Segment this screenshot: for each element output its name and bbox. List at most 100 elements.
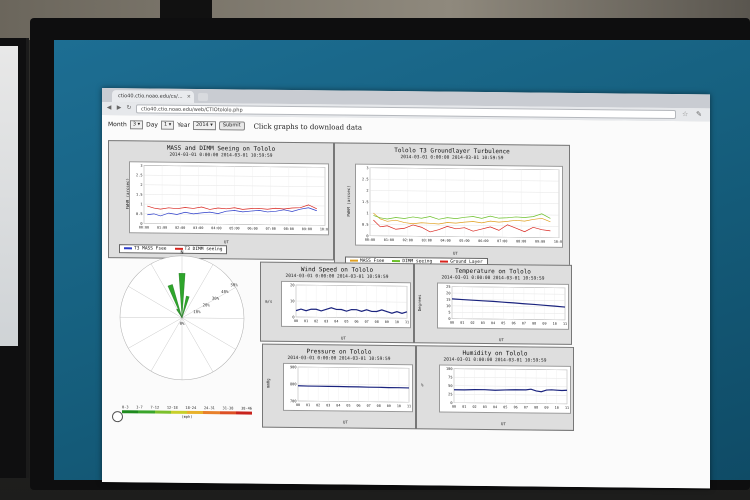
x-tick-label: 05 [344, 320, 348, 324]
day-select[interactable]: 1 ▾ [160, 120, 175, 130]
year-select[interactable]: 2014 ▾ [192, 120, 216, 131]
reload-icon[interactable]: ↻ [125, 104, 133, 112]
rose-ring-label: 50% [231, 282, 239, 287]
x-tick-label: 11 [563, 322, 567, 326]
y-tick-label: 75 [448, 375, 452, 379]
y-tick-label: 2.5 [136, 173, 142, 177]
colorbar-swatch [219, 411, 236, 415]
x-tick-label: 03 [324, 319, 328, 323]
x-tick-label: 04:00 [211, 226, 221, 230]
rose-ring-label: 30% [212, 296, 220, 301]
rose-ring-label: 20% [203, 302, 211, 307]
colorbar-swatch [187, 410, 204, 415]
pressure-chart[interactable]: 70080090000 01 02 03 04 05 06 07 08 09 10 11 [283, 362, 413, 413]
turbulence-panel[interactable]: Tololo T3 Groundlayer Turbulence 2014-03… [334, 142, 570, 275]
x-tick-label: 09:00 [302, 227, 312, 231]
y-tick-label: 800 [290, 382, 296, 386]
x-tick-label: 10:00 [320, 227, 329, 231]
back-icon[interactable]: ◀ [105, 104, 113, 112]
tab-title: ctio40.ctio.noao.edu/cs/... [118, 93, 183, 100]
x-tick-label: 07:00 [497, 239, 507, 243]
tab-close-icon[interactable]: × [187, 91, 191, 103]
submit-button[interactable]: Submit [218, 121, 245, 131]
download-hint: Click graphs to download data [253, 122, 363, 132]
x-tick-label: 07 [365, 320, 369, 324]
wind-chart[interactable]: 0102000 01 02 03 04 05 06 07 08 09 10 11 [281, 280, 411, 329]
seeing-subtitle: 2014-03-01 0:00:00 2014-03-01 10:59:59 [169, 152, 273, 159]
x-tick-label: 02 [472, 405, 476, 409]
x-tick-label: 09 [542, 322, 546, 326]
x-tick-label: 08 [375, 320, 379, 324]
wind-panel[interactable]: Wind Speed on Tololo 2014-03-01 0:00:00 … [260, 261, 414, 344]
wind-ylabel: m/s [265, 298, 273, 304]
x-tick-label: 03 [326, 403, 330, 407]
x-tick-label: 08 [534, 406, 538, 410]
humidity-chart[interactable]: 025507510000 01 02 03 04 05 06 07 08 09 10 11 [439, 364, 571, 414]
y-tick-label: 50 [448, 384, 452, 388]
colorbar-swatch [154, 410, 171, 414]
month-label: Month [108, 121, 127, 129]
y-tick-label: 3 [366, 166, 368, 170]
y-tick-label: 1.5 [136, 193, 142, 197]
x-tick-label: 06 [512, 321, 516, 325]
colorbar-label: 24-31 [203, 406, 215, 411]
x-tick-label: 08:00 [284, 227, 294, 231]
y-tick-label: 900 [290, 365, 296, 369]
turbulence-subtitle: 2014-03-01 0:00:00 2014-03-01 10:59:59 [400, 155, 504, 162]
humidity-ylabel: % [421, 382, 424, 388]
temperature-chart[interactable]: 051015202500 01 02 03 04 05 06 07 08 09 10 11 [437, 282, 569, 330]
x-tick-label: 09 [385, 320, 389, 324]
temperature-panel[interactable]: Temperature on Tololo 2014-03-01 0:00:00… [414, 263, 572, 345]
wind-rose-chart[interactable]: 10%20%30%40%50% N 0% [112, 247, 252, 398]
bookmark-star-icon[interactable]: ☆ [682, 110, 688, 118]
x-tick-label: 05 [503, 405, 507, 409]
y-tick-label: 1 [366, 211, 368, 215]
month-select[interactable]: 3 ▾ [129, 120, 144, 130]
turbulence-xlabel: UT [453, 250, 458, 256]
year-label: Year [177, 121, 190, 129]
temperature-subtitle: 2014-03-01 0:00:00 2014-03-01 10:59:59 [441, 275, 545, 282]
y-tick-label: 5 [448, 311, 450, 315]
rose-north-label: N [180, 250, 183, 256]
x-tick-label: 07 [367, 404, 371, 408]
y-tick-label: 25 [446, 285, 450, 289]
pressure-panel[interactable]: Pressure on Tololo 2014-03-01 0:00:00 20… [262, 343, 416, 430]
x-tick-label: 04 [491, 321, 495, 325]
y-tick-label: 2 [366, 189, 368, 193]
x-tick-label: 02 [470, 321, 474, 325]
y-tick-label: 100 [446, 367, 452, 371]
y-tick-label: 25 [448, 392, 452, 396]
wrench-icon[interactable]: ✎ [696, 110, 702, 118]
y-tick-label: 2 [140, 183, 142, 187]
browser-window: ctio40.ctio.noao.edu/cs/... × ◀ ▶ ↻ ctio… [102, 88, 710, 489]
forward-icon[interactable]: ▶ [115, 104, 123, 112]
x-tick-label: 01:00 [384, 238, 394, 242]
y-tick-label: 20 [290, 283, 294, 287]
y-tick-label: 2.5 [362, 177, 368, 181]
y-tick-label: 1 [140, 202, 142, 206]
new-tab-button[interactable] [198, 93, 208, 102]
x-tick-label: 05 [501, 321, 505, 325]
humidity-panel[interactable]: Humidity on Tololo 2014-03-01 0:00:00 20… [416, 345, 574, 431]
photo-scene: ctio40.ctio.noao.edu/cs/... × ◀ ▶ ↻ ctio… [0, 0, 750, 500]
date-controls: Month 3 ▾ Day 1 ▾ Year 2014 ▾ Submit Cli… [108, 120, 362, 132]
colorbar-units: (mph) [181, 414, 193, 419]
x-tick-label: 02 [316, 403, 320, 407]
x-tick-label: 02:00 [403, 238, 413, 242]
colorbar-swatch [170, 410, 187, 414]
seeing-chart[interactable]: 00.511.522.5300:00 01:00 02:00 03:00 04:00 05… [129, 161, 329, 236]
colorbar-label: 7-12 [150, 405, 160, 410]
turbulence-chart[interactable]: 00.511.522.5300:00 01:00 02:00 03:00 04:00 05… [355, 163, 563, 248]
x-tick-label: 00:00 [365, 238, 375, 242]
left-monitor [0, 38, 29, 478]
left-monitor-screen [0, 46, 18, 346]
x-tick-label: 00 [452, 405, 456, 409]
rose-ring-label: 10% [193, 309, 201, 314]
x-tick-label: 06 [354, 320, 358, 324]
x-tick-label: 04 [336, 403, 340, 407]
seeing-panel[interactable]: MASS and DIMM Seeing on Tololo 2014-03-0… [108, 140, 334, 261]
browser-tab[interactable]: ctio40.ctio.noao.edu/cs/... × [112, 90, 194, 103]
x-tick-label: 09:00 [535, 240, 545, 244]
colorbar-swatch [122, 410, 139, 414]
wind-xlabel: UT [341, 335, 346, 341]
